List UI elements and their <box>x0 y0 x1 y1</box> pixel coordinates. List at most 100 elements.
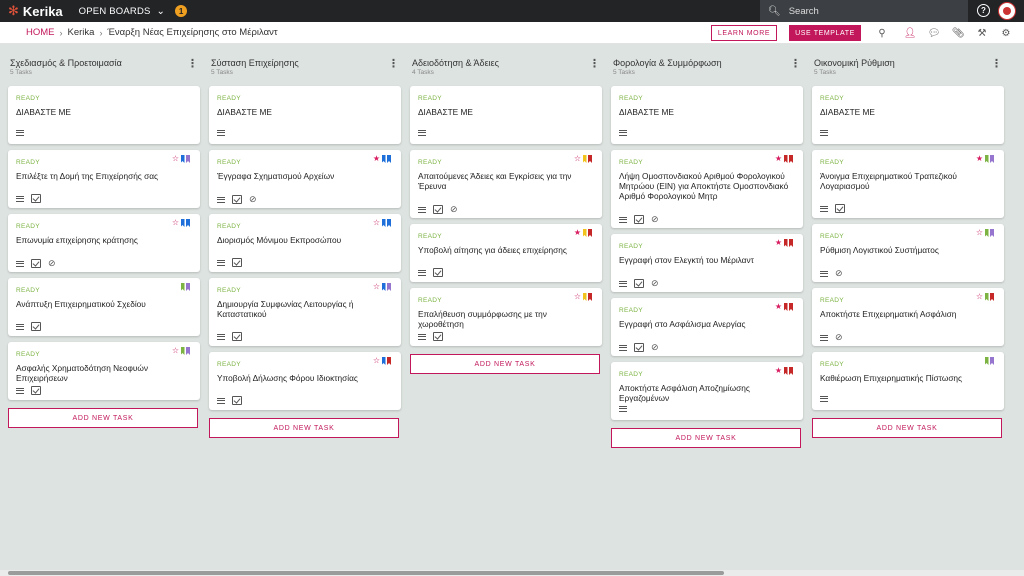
add-new-task-button[interactable]: ADD NEW TASK <box>812 418 1002 438</box>
column-menu-icon[interactable]: ⋮ <box>388 57 399 70</box>
notification-badge[interactable]: 1 <box>175 5 188 17</box>
star-outline-icon[interactable]: ☆ <box>574 155 581 163</box>
description-icon <box>16 195 24 202</box>
star-outline-icon[interactable]: ☆ <box>172 347 179 355</box>
task-card[interactable]: ☆ READY Δημιουργία Συμφωνίας Λειτουργίας ή… <box>209 278 401 346</box>
column-header[interactable]: Φορολογία & Συμμόρφωση 5 Tasks ⋮ <box>611 44 803 78</box>
star-outline-icon[interactable]: ☆ <box>373 283 380 291</box>
tools-icon[interactable]: ⚒ <box>975 26 989 40</box>
column-menu-icon[interactable]: ⋮ <box>991 57 1002 70</box>
task-card[interactable]: READY ΔΙΑΒΑΣΤΕ ΜΕ <box>8 86 200 144</box>
card-status: READY <box>16 287 40 294</box>
horizontal-scrollbar[interactable] <box>0 570 1024 576</box>
task-card[interactable]: ★ READY Εγγραφή στο Ασφάλισμα Ανεργίας ⊘ <box>611 298 803 356</box>
task-card[interactable]: ☆ READY Αποκτήστε Επιχειρηματική Ασφάλιση ⊘ <box>812 288 1004 346</box>
attachment-icon: ⊘ <box>249 194 257 204</box>
tag-flag-icon <box>387 357 391 365</box>
star-outline-icon[interactable]: ☆ <box>373 219 380 227</box>
task-card[interactable]: READY ΔΙΑΒΑΣΤΕ ΜΕ <box>812 86 1004 144</box>
star-outline-icon[interactable]: ☆ <box>172 219 179 227</box>
star-filled-icon[interactable]: ★ <box>574 229 581 237</box>
task-card[interactable]: ★ READY Αποκτήστε Ασφάλιση Αποζημίωσης Εργ… <box>611 362 803 420</box>
tag-flag-icon <box>180 283 185 291</box>
card-title: Επιλέξτε τη Δομή της Επιχείρησής σας <box>16 171 159 181</box>
add-new-task-button[interactable]: ADD NEW TASK <box>611 428 801 448</box>
task-card[interactable]: ☆ READY Επωνυμία επιχείρησης κράτησης ⊘ <box>8 214 200 272</box>
task-card[interactable]: ☆ READY Υποβολή Δήλωσης Φόρου Ιδιοκτησίας <box>209 352 401 410</box>
task-card[interactable]: ★ READY Άνοιγμα Επιχειρηματικού Τραπεζικού… <box>812 150 1004 218</box>
task-card[interactable]: ☆ READY Απαιτούμενες Άδειες και Εγκρίσεις … <box>410 150 602 218</box>
learn-more-button[interactable]: LEARN MORE <box>711 25 777 41</box>
search-board-icon[interactable]: ⚲ <box>875 26 889 40</box>
star-outline-icon[interactable]: ☆ <box>976 229 983 237</box>
task-card[interactable]: READY ΔΙΑΒΑΣΤΕ ΜΕ <box>209 86 401 144</box>
task-card[interactable]: READY ΔΙΑΒΑΣΤΕ ΜΕ <box>410 86 602 144</box>
task-card[interactable]: ★ READY Υποβολή αίτησης για άδειες επιχείρ… <box>410 224 602 282</box>
task-card[interactable]: ☆ READY Επιλέξτε τη Δομή της Επιχείρησής σ… <box>8 150 200 208</box>
star-filled-icon[interactable]: ★ <box>775 155 782 163</box>
star-filled-icon[interactable]: ★ <box>775 239 782 247</box>
column-menu-icon[interactable]: ⋮ <box>790 57 801 70</box>
description-icon <box>217 196 225 203</box>
tag-flag-icon <box>180 219 185 227</box>
task-card[interactable]: READY Ανάπτυξη Επιχειρηματικού Σχεδίου <box>8 278 200 336</box>
card-status: READY <box>418 233 442 240</box>
column-header[interactable]: Σύσταση Επιχείρησης 5 Tasks ⋮ <box>209 44 401 78</box>
chevron-right-icon: › <box>59 27 63 38</box>
description-icon <box>16 130 24 136</box>
star-filled-icon[interactable]: ★ <box>775 303 782 311</box>
task-card[interactable]: ☆ READY Επαλήθευση συμμόρφωσης με την χωρο… <box>410 288 602 346</box>
task-card[interactable]: READY Καθιέρωση Επιχειρηματικής Πίστωσης <box>812 352 1004 410</box>
scrollbar-thumb[interactable] <box>8 571 724 575</box>
card-icons <box>820 396 828 402</box>
task-card[interactable]: ★ READY Έγγραφα Σχηματισμού Αρχείων ⊘ <box>209 150 401 208</box>
column-header[interactable]: Αδειοδότηση & Άδειες 4 Tasks ⋮ <box>410 44 602 78</box>
card-title: Καθιέρωση Επιχειρηματικής Πίστωσης <box>820 373 963 383</box>
star-outline-icon[interactable]: ☆ <box>172 155 179 163</box>
add-person-icon[interactable]: 👤︎ <box>903 26 917 40</box>
checklist-icon <box>634 343 644 352</box>
breadcrumb-home[interactable]: HOME <box>26 27 55 38</box>
star-filled-icon[interactable]: ★ <box>976 155 983 163</box>
use-template-button[interactable]: USE TEMPLATE <box>789 25 861 41</box>
star-outline-icon[interactable]: ☆ <box>373 357 380 365</box>
settings-gear-icon[interactable]: ⚙ <box>999 26 1013 40</box>
task-card[interactable]: ★ READY Λήψη Ομοσπονδιακού Αριθμού Φορολογ… <box>611 150 803 228</box>
card-icons <box>217 258 242 267</box>
help-icon[interactable]: ? <box>977 4 990 17</box>
add-new-task-button[interactable]: ADD NEW TASK <box>209 418 399 438</box>
task-card[interactable]: ☆ READY Ρύθμιση Λογιστικού Συστήματος ⊘ <box>812 224 1004 282</box>
chat-icon[interactable]: 💬︎ <box>927 26 941 40</box>
star-filled-icon[interactable]: ★ <box>373 155 380 163</box>
search-input[interactable] <box>788 5 939 17</box>
column-menu-icon[interactable]: ⋮ <box>589 57 600 70</box>
card-tags: ☆ <box>976 293 994 301</box>
tag-flag-icon <box>984 357 989 365</box>
tag-flag-icon <box>783 303 788 311</box>
card-tags: ☆ <box>172 219 190 227</box>
attachment-icon[interactable]: 📎︎ <box>951 26 965 40</box>
column-header[interactable]: Σχεδιασμός & Προετοιμασία 5 Tasks ⋮ <box>8 44 200 78</box>
checklist-icon <box>232 332 242 341</box>
card-title: Λήψη Ομοσπονδιακού Αριθμού Φορολογικού Μ… <box>619 171 789 201</box>
task-card[interactable]: ☆ READY Ασφαλής Χρηματοδότηση Νεοφυών Επιχ… <box>8 342 200 400</box>
task-card[interactable]: ★ READY Εγγραφή στον Ελεγκτή του Μέριλαντ ⊘ <box>611 234 803 292</box>
column-header[interactable]: Οικονομική Ρύθμιση 5 Tasks ⋮ <box>812 44 1004 78</box>
star-outline-icon[interactable]: ☆ <box>976 293 983 301</box>
search-box[interactable]: 🔍︎ <box>760 0 968 22</box>
description-icon <box>820 396 828 402</box>
task-card[interactable]: READY ΔΙΑΒΑΣΤΕ ΜΕ <box>611 86 803 144</box>
card-status: READY <box>217 287 241 294</box>
column-menu-icon[interactable]: ⋮ <box>187 57 198 70</box>
task-card[interactable]: ☆ READY Διορισμός Μόνιμου Εκπροσώπου <box>209 214 401 272</box>
avatar[interactable] <box>998 2 1016 20</box>
card-icons: ⊘ <box>619 214 659 225</box>
star-outline-icon[interactable]: ☆ <box>574 293 581 301</box>
open-boards-menu[interactable]: OPEN BOARDS ⌄ <box>79 6 165 17</box>
add-new-task-button[interactable]: ADD NEW TASK <box>8 408 198 428</box>
add-new-task-button[interactable]: ADD NEW TASK <box>410 354 600 374</box>
breadcrumb-org[interactable]: Kerika <box>68 27 95 38</box>
kerika-logo[interactable]: ✻ Kerika <box>8 3 63 19</box>
star-filled-icon[interactable]: ★ <box>775 367 782 375</box>
card-icons <box>16 322 41 331</box>
